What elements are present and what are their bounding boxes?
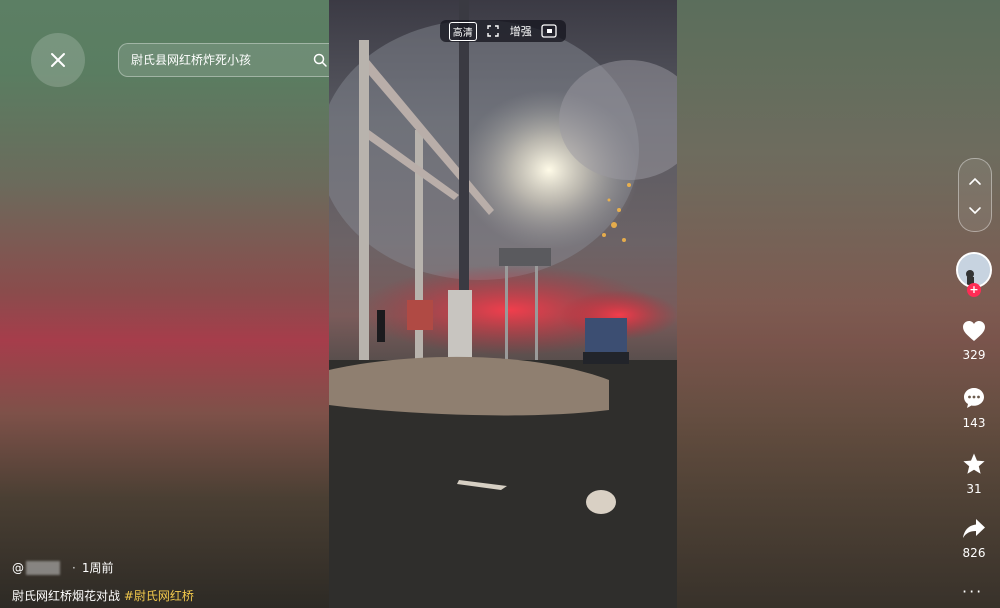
video-frame (329, 0, 677, 608)
comment-icon (964, 388, 984, 408)
video-toolbar: 高清 增强 (440, 20, 566, 42)
post-meta: @ · 1周前 (12, 559, 113, 576)
avatar-image (958, 254, 990, 286)
caption-text: 尉氏网红桥烟花对战 (12, 589, 121, 603)
picture-in-picture-button[interactable] (541, 24, 557, 38)
post-time: 1周前 (81, 561, 114, 575)
quality-icon: 高清 (448, 21, 477, 41)
search-icon[interactable] (312, 52, 328, 68)
close-icon (51, 53, 65, 67)
share-button[interactable]: 826 (952, 518, 996, 560)
follow-button[interactable]: + (967, 283, 981, 297)
chevron-down-icon[interactable] (967, 205, 983, 217)
share-count: 826 (962, 546, 986, 560)
enhance-button[interactable]: 增强 (510, 23, 532, 39)
fullscreen-icon (487, 25, 499, 37)
separator-dot: · (72, 560, 76, 575)
picture-in-picture-icon (541, 24, 557, 38)
post-caption: 尉氏网红桥烟花对战 #尉氏网红桥 (12, 587, 194, 604)
favorite-count: 31 (966, 482, 982, 496)
more-options-button[interactable]: ··· (962, 582, 983, 601)
search-input[interactable] (129, 52, 308, 68)
plus-icon: + (969, 283, 979, 296)
close-button[interactable] (31, 33, 85, 87)
search-bar: 搜索 (118, 43, 362, 77)
comment-button[interactable]: 143 (952, 386, 996, 430)
chevron-up-icon[interactable] (967, 175, 983, 187)
share-icon (963, 519, 985, 538)
video-player[interactable] (329, 0, 677, 608)
video-nav (958, 158, 992, 232)
like-button[interactable]: 329 (952, 320, 996, 362)
fullscreen-button[interactable] (486, 24, 500, 38)
heart-icon (963, 321, 985, 341)
author-name-redacted[interactable] (26, 560, 60, 575)
star-icon (963, 453, 985, 474)
favorite-button[interactable]: 31 (952, 452, 996, 496)
like-count: 329 (962, 348, 986, 362)
hashtag-link[interactable]: #尉氏网红桥 (124, 589, 194, 603)
author-handle[interactable]: @ (12, 561, 24, 575)
quality-button[interactable]: 高清 (448, 21, 477, 41)
blurred-background-right (677, 0, 1000, 608)
comment-count: 143 (962, 416, 986, 430)
